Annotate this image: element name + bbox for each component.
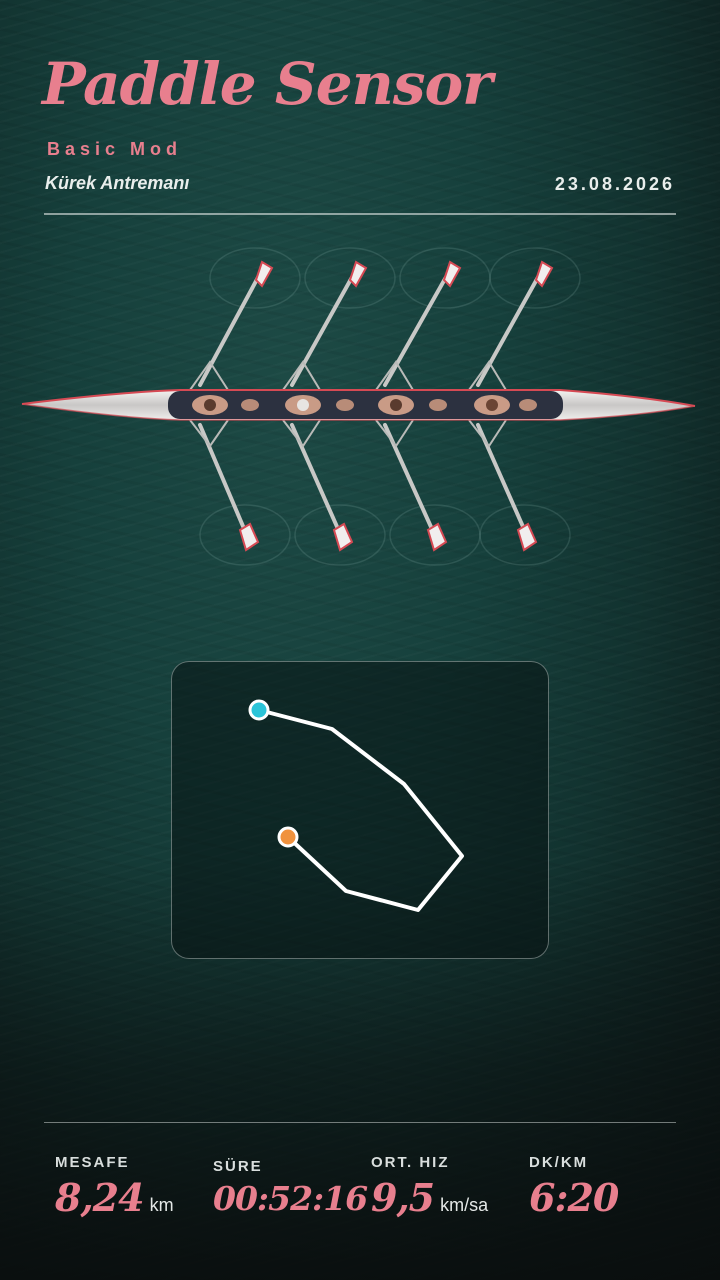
stat-distance-value: 8,24 bbox=[55, 1175, 145, 1220]
stats-divider bbox=[44, 1122, 676, 1123]
rowing-boat-illustration bbox=[21, 247, 696, 566]
stat-duration: SÜRE 00:52:16 bbox=[213, 1158, 368, 1218]
activity-date: 23.08.2026 bbox=[554, 174, 675, 194]
stat-distance: MESAFE 8,24 km bbox=[55, 1154, 174, 1220]
stat-duration-label: SÜRE bbox=[213, 1158, 263, 1175]
route-end-dot bbox=[277, 826, 299, 848]
route-line bbox=[257, 708, 464, 912]
app-title: Paddle Sensor bbox=[42, 50, 493, 118]
route-start-dot bbox=[248, 699, 270, 721]
stat-duration-value: 00:52:16 bbox=[213, 1179, 368, 1218]
stat-pace: DK/KM 6:20 bbox=[529, 1154, 619, 1220]
stat-avg-speed-unit: km/sa bbox=[440, 1195, 489, 1215]
stat-avg-speed: ORT. HIZ 9,5 km/sa bbox=[371, 1154, 488, 1220]
route-map[interactable] bbox=[171, 661, 549, 959]
mode-label: Basic Mod bbox=[47, 139, 183, 159]
activity-name: Kürek Antremanı bbox=[45, 173, 190, 193]
route-map-canvas bbox=[248, 699, 464, 912]
stat-avg-speed-label: ORT. HIZ bbox=[371, 1154, 450, 1171]
stat-distance-unit: km bbox=[149, 1195, 174, 1215]
stat-pace-value: 6:20 bbox=[529, 1175, 619, 1220]
stat-distance-label: MESAFE bbox=[55, 1154, 130, 1171]
header-divider bbox=[44, 213, 676, 215]
stat-avg-speed-value: 9,5 bbox=[371, 1175, 435, 1220]
stat-pace-label: DK/KM bbox=[529, 1154, 589, 1171]
